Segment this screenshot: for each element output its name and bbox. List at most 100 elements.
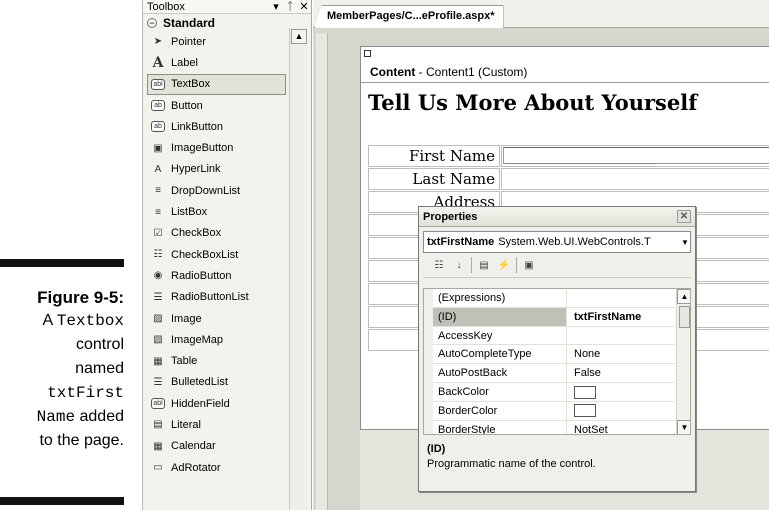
pin-icon[interactable]: ᛏ	[283, 1, 297, 13]
property-grid-scrollbar[interactable]: ▲ ▼	[676, 289, 690, 434]
scroll-up-icon[interactable]: ▲	[677, 289, 690, 304]
property-row[interactable]: BorderColor	[433, 401, 675, 421]
property-row[interactable]: (ID) txtFirstName	[433, 307, 675, 327]
toolbox-item-label: Literal	[171, 418, 201, 431]
content-label: Content	[370, 65, 416, 79]
toolbox-item-radiobuttonlist[interactable]: ☰ RadioButtonList	[143, 287, 287, 308]
toolbar-separator	[516, 257, 517, 273]
toolbox-item-dropdownlist[interactable]: ≡ DropDownList	[143, 180, 287, 201]
bulletedlist-icon: ☰	[153, 376, 163, 388]
property-value[interactable]: txtFirstName	[568, 308, 641, 326]
toolbox-item-imagebutton[interactable]: ▣ ImageButton	[143, 137, 287, 158]
toolbox-item-calendar[interactable]: ▦ Calendar	[143, 436, 287, 457]
property-value[interactable]: NotSet	[568, 421, 608, 434]
toolbox-item-label: ListBox	[171, 206, 208, 219]
toolbox-item-bulletedlist[interactable]: ☰ BulletedList	[143, 372, 287, 393]
toolbox-item-literal[interactable]: ▤ Literal	[143, 414, 287, 435]
toolbox-item-checkbox[interactable]: ☑ CheckBox	[143, 223, 287, 244]
properties-titlebar[interactable]: Properties ✕	[419, 207, 695, 227]
property-value[interactable]	[568, 383, 596, 401]
toolbox-item-button[interactable]: ab Button	[143, 95, 287, 116]
form-row: Last Name	[368, 168, 769, 190]
color-swatch[interactable]	[574, 404, 596, 418]
document-tab[interactable]: MemberPages/C...eProfile.aspx*	[314, 5, 504, 28]
dropdown-arrow-icon[interactable]: ▾	[269, 0, 283, 13]
toolbox-item-label: DropDownList	[171, 184, 241, 197]
listbox-icon: ≡	[155, 206, 161, 218]
toolbox-item-checkboxlist[interactable]: ☷ CheckBoxList	[143, 244, 287, 265]
toolbox-item-hiddenfield[interactable]: abl HiddenField	[143, 393, 287, 414]
caption-bottom-bar	[0, 497, 124, 505]
form-row-label: First Name	[368, 145, 500, 167]
figure-caption: Figure 9-5: A Textbox control named txtF…	[0, 287, 124, 453]
imagebutton-icon: ▣	[153, 142, 163, 154]
imagemap-icon: ▧	[153, 334, 163, 346]
content-region-header[interactable]: Content - Content1 (Custom)	[361, 47, 769, 83]
toolbox-item-table[interactable]: ▦ Table	[143, 350, 287, 371]
first-name-textbox[interactable]	[503, 147, 769, 164]
smart-tag-icon[interactable]	[364, 50, 371, 57]
toolbox-item-label: Calendar	[171, 440, 216, 453]
form-row-cell[interactable]	[501, 168, 769, 190]
dropdownlist-icon: ≡	[155, 185, 161, 197]
scroll-thumb[interactable]	[679, 306, 690, 328]
close-icon[interactable]: ✕	[297, 0, 311, 13]
toolbox-item-linkbutton[interactable]: ab LinkButton	[143, 116, 287, 137]
chevron-down-icon[interactable]: ▼	[680, 238, 690, 247]
caption-code: Name	[36, 408, 76, 426]
toolbox-item-label[interactable]: A Label	[143, 52, 287, 73]
scroll-up-icon[interactable]: ▲	[291, 29, 307, 44]
editor-scrollbar[interactable]	[316, 33, 328, 510]
object-type: System.Web.UI.WebControls.T	[498, 236, 651, 248]
property-row[interactable]: BorderStyle NotSet	[433, 420, 675, 434]
toolbox-item-label: Label	[171, 56, 198, 69]
document-tabstrip: MemberPages/C...eProfile.aspx*	[313, 0, 769, 28]
toolbox-scrollbar[interactable]: ▲	[289, 28, 307, 510]
calendar-icon: ▦	[153, 440, 163, 452]
alphabetical-icon[interactable]: ↓	[451, 257, 467, 273]
toolbox-item-label: Pointer	[171, 35, 206, 48]
form-row-label: Last Name	[368, 168, 500, 190]
events-icon[interactable]: ⚡	[496, 257, 512, 273]
color-swatch[interactable]	[574, 385, 596, 399]
toolbox-item-hyperlink[interactable]: A HyperLink	[143, 159, 287, 180]
checkboxlist-icon: ☷	[153, 249, 163, 261]
property-value[interactable]: None	[568, 345, 600, 363]
description-title: (ID)	[427, 443, 446, 455]
toolbox-item-listbox[interactable]: ≡ ListBox	[143, 201, 287, 222]
toolbox-item-pointer[interactable]: ➤ Pointer	[143, 31, 287, 52]
toolbox-item-radiobutton[interactable]: ◉ RadioButton	[143, 265, 287, 286]
toolbox-item-label: Button	[171, 99, 203, 112]
property-row[interactable]: BackColor	[433, 383, 675, 402]
property-row[interactable]: (Expressions)	[433, 289, 675, 308]
toolbox-item-label: CheckBoxList	[171, 248, 239, 261]
toolbox-item-list: ➤ Pointer A Label abl TextBox ab Button ab LinkBu…	[143, 31, 287, 478]
literal-icon: ▤	[153, 419, 163, 431]
selection-handles[interactable]	[506, 163, 656, 164]
toolbox-item-label: AdRotator	[171, 461, 221, 474]
collapse-icon[interactable]: −	[147, 17, 157, 28]
hiddenfield-icon: abl	[151, 397, 165, 411]
property-value[interactable]	[568, 402, 596, 420]
toolbox-group-standard[interactable]: − Standard	[143, 14, 311, 31]
property-pages-icon[interactable]: ▣	[521, 257, 537, 273]
scroll-down-icon[interactable]: ▼	[677, 420, 690, 434]
properties-icon[interactable]: ▤	[476, 257, 492, 273]
property-value[interactable]: False	[568, 364, 601, 382]
property-row[interactable]: AutoPostBack False	[433, 364, 675, 383]
object-selector[interactable]: txtFirstName System.Web.UI.WebControls.T…	[423, 231, 691, 253]
toolbox-item-textbox[interactable]: abl TextBox	[147, 73, 286, 95]
property-row[interactable]: AutoCompleteType None	[433, 345, 675, 365]
property-name: BorderStyle	[433, 420, 567, 434]
close-icon[interactable]: ✕	[677, 210, 691, 223]
categorized-icon[interactable]: ☷	[431, 257, 447, 273]
toolbox-item-label: Image	[171, 312, 202, 325]
toolbox-item-label: CheckBox	[171, 227, 222, 240]
toolbox-item-adrotator[interactable]: ▭ AdRotator	[143, 457, 287, 478]
toolbox-item-image[interactable]: ▨ Image	[143, 308, 287, 329]
figure-number: Figure 9-5:	[37, 288, 124, 307]
toolbox-item-imagemap[interactable]: ▧ ImageMap	[143, 329, 287, 350]
properties-toolbar: ☷ ↓ ▤ ⚡ ▣	[423, 253, 691, 278]
property-row[interactable]: AccessKey	[433, 326, 675, 346]
caption-text: control	[75, 336, 124, 353]
